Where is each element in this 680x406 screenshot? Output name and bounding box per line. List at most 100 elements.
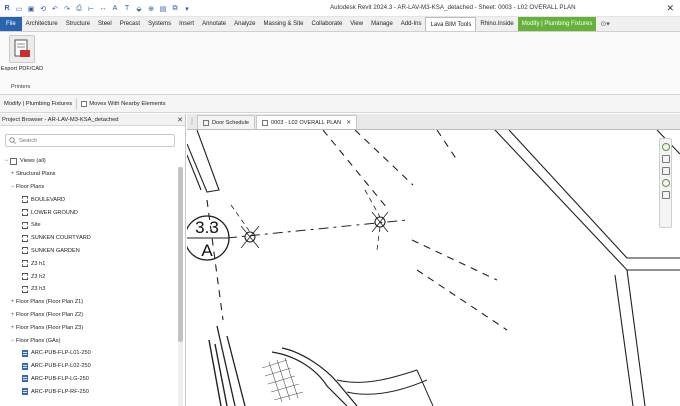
- close-icon[interactable]: ✕: [177, 116, 183, 124]
- moves-with-nearby-checkbox[interactable]: Moves With Nearby Elements: [81, 100, 166, 107]
- open-icon[interactable]: ▭: [14, 3, 24, 14]
- collapse-icon[interactable]: −: [9, 184, 16, 190]
- ribbon-tab-rhino-inside[interactable]: Rhino.Inside: [476, 17, 517, 31]
- browser-tree-node[interactable]: SUNKEN GARDEN: [0, 245, 178, 258]
- browser-tree-node[interactable]: + Floor Plans (Floor Plan Z1): [0, 296, 178, 309]
- browser-tree-node[interactable]: − Floor Plans (GAs): [0, 334, 178, 347]
- tree-node-label: Floor Plans (Floor Plan Z1): [16, 299, 84, 306]
- checkbox-box[interactable]: [81, 100, 88, 107]
- search-input[interactable]: [19, 137, 159, 144]
- browser-tree-node[interactable]: + Floor Plans (Floor Plan Z2): [0, 309, 178, 322]
- 3d-view-icon[interactable]: ⬙: [134, 3, 144, 14]
- ribbon-tab-structure[interactable]: Structure: [62, 17, 94, 31]
- expand-icon[interactable]: +: [9, 312, 16, 318]
- switch-windows-icon[interactable]: ⧉: [170, 3, 180, 14]
- browser-tree-node[interactable]: SUNKEN COURTYARD: [0, 232, 178, 245]
- ribbon-tab-insert[interactable]: Insert: [175, 17, 198, 31]
- tree-node-label: Z3 h1: [31, 260, 46, 267]
- collapse-icon[interactable]: −: [3, 158, 10, 164]
- ribbon-tab-file[interactable]: File: [0, 17, 22, 31]
- browser-tree-node[interactable]: ARC-PUB-FLP-LG-250: [0, 373, 178, 386]
- zoom-extents-icon[interactable]: [661, 191, 670, 199]
- ribbon-tab-massing-site[interactable]: Massing & Site: [259, 17, 307, 31]
- tree-node-label: Floor Plans (GAs): [16, 337, 61, 344]
- browser-tree-node[interactable]: + Structural Plans: [0, 168, 178, 181]
- ribbon-tab-modify-plumbing-fixtures[interactable]: Modify | Plumbing Fixtures: [517, 17, 597, 31]
- browser-scrollbar[interactable]: [178, 167, 183, 406]
- print-icon[interactable]: ⎙: [74, 3, 84, 14]
- export-pdf-cad-label: Export PDF/CAD: [0, 66, 44, 72]
- browser-tree-node[interactable]: − Floor Plans: [0, 181, 178, 194]
- browser-tree-node[interactable]: LOWER GROUND: [0, 206, 178, 219]
- project-browser: Project Browser - AR-LAV-M3-KSA_detached…: [0, 114, 186, 406]
- expand-icon[interactable]: +: [9, 171, 16, 177]
- browser-tree-node[interactable]: ARC-PUB-FLP-RF-250: [0, 385, 178, 398]
- tree-node-label: ARC-PUB-FLP-L01-250: [31, 350, 91, 357]
- close-icon[interactable]: ✕: [666, 3, 674, 14]
- text-icon[interactable]: T: [122, 3, 132, 14]
- ribbon-tab-systems[interactable]: Systems: [144, 17, 175, 31]
- scrollbar-thumb[interactable]: [178, 167, 183, 342]
- tree-node-label: SUNKEN COURTYARD: [31, 235, 91, 242]
- qat-dropdown-icon[interactable]: ▾: [182, 3, 192, 14]
- close-icon[interactable]: ✕: [346, 119, 351, 126]
- browser-tree-node[interactable]: ARC-PUB-FLP-L02-250: [0, 360, 178, 373]
- browser-search[interactable]: [5, 134, 175, 147]
- tab-list-icon[interactable]: ⋮: [187, 114, 197, 129]
- ribbon-tab-analyze[interactable]: Analyze: [230, 17, 259, 31]
- ribbon-tab-architecture[interactable]: Architecture: [22, 17, 62, 31]
- tree-node-label: ARC-PUB-FLP-RF-250: [31, 388, 89, 395]
- floor-plan-view-icon: [22, 196, 28, 204]
- floor-plan-view-icon: [22, 273, 28, 281]
- ribbon-minimize-icon[interactable]: ⊙▾: [596, 17, 613, 31]
- plan-drawing[interactable]: 3.3 A: [187, 130, 680, 406]
- ribbon-tab-collaborate[interactable]: Collaborate: [308, 17, 347, 31]
- dimension-icon[interactable]: ↔: [98, 3, 108, 14]
- close-hidden-icon[interactable]: ▤: [158, 3, 168, 14]
- browser-tree-node[interactable]: Z3 h2: [0, 270, 178, 283]
- ribbon-tab-precast[interactable]: Precast: [116, 17, 144, 31]
- sheet-icon: [262, 119, 269, 126]
- pan-icon[interactable]: [661, 167, 670, 175]
- ribbon-tab-annotate[interactable]: Annotate: [198, 17, 230, 31]
- export-pdf-cad-button[interactable]: Export PDF/CAD: [0, 35, 44, 81]
- floor-plan-view-icon: [22, 234, 28, 242]
- browser-tree-node[interactable]: ARC-PUB-FLP-L01-250: [0, 347, 178, 360]
- tag-icon[interactable]: A: [110, 3, 120, 14]
- browser-tree-node[interactable]: Site: [0, 219, 178, 232]
- browser-tree-node[interactable]: Z3 h1: [0, 257, 178, 270]
- undo-icon[interactable]: ↶: [50, 3, 60, 14]
- browser-tree-node[interactable]: + Floor Plans (Floor Plan Z3): [0, 321, 178, 334]
- browser-tree-node[interactable]: Z3 h3: [0, 283, 178, 296]
- section-icon[interactable]: ⊕: [146, 3, 156, 14]
- collapse-icon[interactable]: −: [9, 338, 16, 344]
- steering-wheel-icon[interactable]: [661, 143, 670, 151]
- search-icon: [9, 137, 16, 144]
- ribbon-tab-lava-bim-tools[interactable]: Lava BIM Tools: [425, 17, 477, 31]
- view-cube-icon[interactable]: [661, 179, 670, 187]
- ribbon-tab-steel[interactable]: Steel: [94, 17, 116, 31]
- export-pdf-icon: [9, 35, 35, 63]
- browser-tree-node[interactable]: BOULEVARD: [0, 193, 178, 206]
- tree-node-label: Floor Plans: [16, 183, 45, 190]
- ribbon-tab-add-ins[interactable]: Add-Ins: [397, 17, 426, 31]
- expand-icon[interactable]: +: [9, 299, 16, 305]
- revit-logo-icon[interactable]: R: [2, 3, 12, 14]
- zoom-icon[interactable]: [661, 155, 670, 163]
- measure-icon[interactable]: ⊢: [86, 3, 96, 14]
- ribbon-tab-manage[interactable]: Manage: [367, 17, 397, 31]
- redo-icon[interactable]: ↷: [62, 3, 72, 14]
- view-tab[interactable]: Door Schedule: [197, 115, 256, 129]
- view-tab-label: Door Schedule: [212, 119, 250, 126]
- ribbon-tab-view[interactable]: View: [346, 17, 367, 31]
- grid-bubble-letter: A: [201, 241, 213, 260]
- window-title: Autodesk Revit 2024.3 - AR-LAV-M3-KSA_de…: [330, 4, 576, 11]
- drawing-canvas[interactable]: 3.3 A: [187, 130, 680, 406]
- expand-icon[interactable]: +: [9, 325, 16, 331]
- tree-node-label: ARC-PUB-FLP-LG-250: [31, 375, 89, 382]
- browser-tree-node[interactable]: − Views (all): [0, 155, 178, 168]
- save-icon[interactable]: ▣: [26, 3, 36, 14]
- view-tab[interactable]: 0003 - L02 OVERALL PLAN ✕: [256, 115, 358, 129]
- sync-icon[interactable]: ⟲: [38, 3, 48, 14]
- floor-plan-view-icon: [22, 285, 28, 293]
